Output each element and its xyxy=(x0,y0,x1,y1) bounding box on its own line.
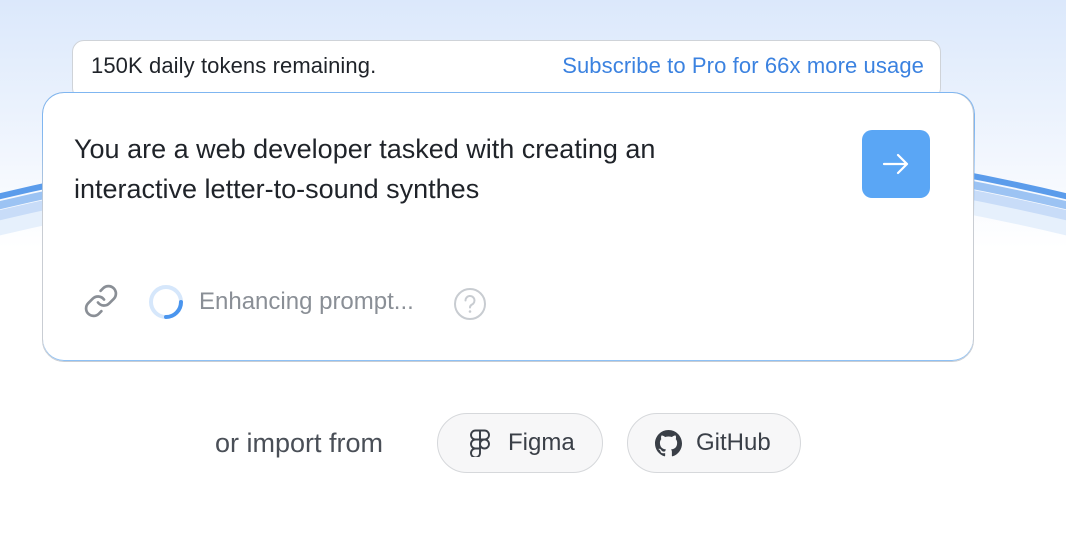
github-label: GitHub xyxy=(696,429,771,456)
attach-link-button[interactable] xyxy=(81,281,121,321)
figma-icon xyxy=(466,429,494,457)
arrow-right-icon xyxy=(882,153,909,175)
enhancing-status: Enhancing prompt... xyxy=(199,288,414,315)
prompt-input[interactable]: You are a web developer tasked with crea… xyxy=(74,129,794,209)
loading-spinner-icon xyxy=(149,285,183,319)
link-icon xyxy=(84,284,118,318)
tokens-remaining-text: 150K daily tokens remaining. xyxy=(91,53,377,78)
github-icon xyxy=(654,429,682,457)
prompt-box: You are a web developer tasked with crea… xyxy=(42,92,974,362)
send-button[interactable] xyxy=(862,130,930,198)
help-icon[interactable] xyxy=(453,287,487,321)
subscribe-pro-link[interactable]: Subscribe to Pro for 66x more usage xyxy=(562,53,924,79)
import-label: or import from xyxy=(215,428,384,458)
import-github-button[interactable]: GitHub xyxy=(627,413,801,473)
usage-banner: 150K daily tokens remaining. Subscribe t… xyxy=(72,40,941,100)
import-figma-button[interactable]: Figma xyxy=(437,413,603,473)
figma-label: Figma xyxy=(508,429,575,456)
